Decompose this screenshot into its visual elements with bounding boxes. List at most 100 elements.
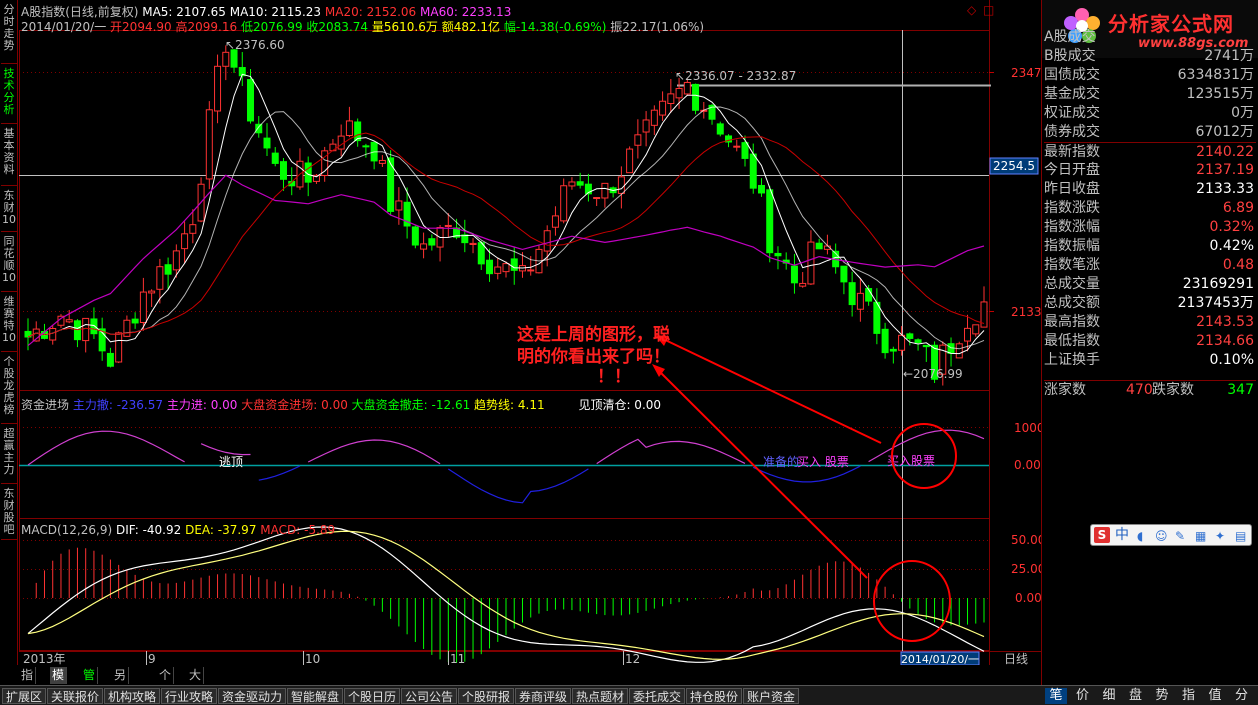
- time-label-t1: 2013年: [23, 652, 66, 665]
- indicator-tab-4[interactable]: 个股: [157, 667, 175, 699]
- menu-item[interactable]: 公司公告: [401, 688, 458, 704]
- stat-label: 总成交量: [1044, 276, 1100, 292]
- indicator-tab-2[interactable]: 管理: [81, 667, 99, 699]
- candle-body: [49, 328, 57, 341]
- candle-body: [255, 123, 263, 134]
- ime-smile-icon[interactable]: ☺: [1155, 529, 1168, 543]
- stat-value: 6.89: [1222, 200, 1254, 216]
- ime-chinese-mode[interactable]: 中: [1115, 527, 1129, 544]
- ime-mic-icon[interactable]: ✎: [1175, 529, 1185, 543]
- indicator-tab-0[interactable]: 指标: [19, 667, 37, 699]
- right-bottom-tab-5[interactable]: 指: [1178, 688, 1200, 704]
- candle-body: [337, 135, 345, 150]
- bar-low: 低2076.99: [240, 20, 303, 34]
- menu-item[interactable]: 机构攻略: [104, 688, 161, 704]
- candle-body: [486, 259, 494, 275]
- candle-body: [692, 83, 700, 111]
- indicator-tab-3[interactable]: 另存为: [112, 667, 130, 705]
- candle-body: [420, 243, 428, 250]
- menu-item[interactable]: 持仓股份: [686, 688, 743, 704]
- indicator-tab-1[interactable]: 模板: [50, 667, 68, 699]
- restore-icon: ◇: [967, 3, 977, 17]
- right-bottom-tab-4[interactable]: 势: [1151, 688, 1173, 704]
- menu-item[interactable]: 账户资金: [743, 688, 800, 704]
- ime-logo-icon[interactable]: S: [1094, 527, 1110, 543]
- fund-axis-0: 0.00: [1014, 458, 1041, 472]
- menu-item[interactable]: 个股研报: [458, 688, 515, 704]
- menu-item[interactable]: 行业攻略: [161, 688, 218, 704]
- fund-trend: 趋势线: 4.11: [474, 398, 545, 412]
- right-bottom-tab-7[interactable]: 分: [1231, 688, 1253, 704]
- bar-volume: 量5610.6万: [371, 20, 438, 34]
- left-tab-7[interactable]: 超赢主力: [1, 426, 17, 484]
- right-bottom-tab-1[interactable]: 价: [1072, 688, 1094, 704]
- candle-body: [922, 344, 930, 348]
- menu-item[interactable]: 扩展区: [2, 688, 47, 704]
- candle-body: [856, 292, 864, 310]
- candle-body: [82, 317, 90, 342]
- stat-row: 昨日收盘 2133.33: [1044, 180, 1256, 199]
- stat-row: 权证成交 0万: [1044, 104, 1256, 123]
- menu-item[interactable]: 委托成交: [629, 688, 686, 704]
- right-bottom-tab-2[interactable]: 细: [1098, 688, 1120, 704]
- candle-body: [321, 150, 329, 177]
- stat-row: 最新指数 2140.22: [1044, 142, 1256, 161]
- candle-body: [469, 242, 477, 245]
- candle-body: [955, 343, 963, 359]
- macd-value: MACD: -5.89: [260, 523, 336, 537]
- left-tab-2[interactable]: 基本资料: [1, 126, 17, 186]
- stat-label: 国债成交: [1044, 67, 1100, 83]
- index-name: A股指数(日线,前复权): [21, 5, 139, 19]
- stat-value: 0万: [1231, 105, 1254, 121]
- up-count-label: 涨家数: [1044, 382, 1086, 398]
- menu-item[interactable]: 智能解盘: [287, 688, 344, 704]
- low-label: ←2076.99: [903, 367, 963, 381]
- chart-area[interactable]: ◇ □ 2254.5 2014/01/20/一 2347 2133 ↖2376.60 ↖233…: [19, 0, 1041, 665]
- ime-tools-icon[interactable]: ▤: [1235, 529, 1246, 543]
- menu-item[interactable]: 关联报价: [47, 688, 104, 704]
- left-tab-8[interactable]: 东财股吧: [1, 486, 17, 540]
- left-tab-1[interactable]: 技术分析: [1, 66, 17, 124]
- stat-row: 基金成交 123515万: [1044, 85, 1256, 104]
- ime-skin-icon[interactable]: ✦: [1215, 529, 1225, 543]
- candle-body: [123, 319, 131, 337]
- ime-keyboard-icon[interactable]: ▦: [1195, 529, 1206, 543]
- ma10-line: [27, 106, 985, 350]
- stat-value: 2143.53: [1196, 314, 1254, 330]
- stat-value: 6334831万: [1177, 67, 1254, 83]
- candle-body: [840, 265, 848, 283]
- right-bottom-tab-6[interactable]: 值: [1204, 688, 1226, 704]
- stat-label: B股成交: [1044, 48, 1096, 64]
- ime-toolbar[interactable]: S 中 ◖ ☺ ✎ ▦ ✦ ▤: [1090, 524, 1252, 546]
- time-label-t2: 9: [148, 652, 156, 665]
- stat-label: 权证成交: [1044, 105, 1100, 121]
- menu-item[interactable]: 热点题材: [572, 688, 629, 704]
- indicator-tab-5[interactable]: 大盘: [187, 667, 205, 699]
- time-label-t5: 12: [625, 652, 640, 665]
- candle-body: [230, 49, 238, 68]
- right-bottom-tab-3[interactable]: 盘: [1125, 688, 1147, 704]
- annotation-line-2: 明的你看出来了吗！: [517, 347, 670, 367]
- menu-item[interactable]: 资金驱动力: [218, 688, 287, 704]
- ime-punct-icon[interactable]: ◖: [1137, 529, 1143, 543]
- right-bottom-tab-0[interactable]: 笔: [1045, 688, 1067, 704]
- left-tab-0[interactable]: 分时走势: [1, 2, 17, 64]
- stat-row: 债券成交 67012万: [1044, 123, 1256, 142]
- macd-axis-0: 0.00: [1015, 591, 1041, 605]
- fund-big-in: 大盘资金进场: 0.00: [241, 398, 348, 412]
- candle-body: [733, 145, 741, 148]
- left-tab-5[interactable]: 维赛特10: [1, 294, 17, 352]
- left-tab-4[interactable]: 同花顺10: [1, 234, 17, 292]
- candle-body: [650, 109, 658, 126]
- stat-value: 2134.66: [1196, 333, 1254, 349]
- left-tab-3[interactable]: 东财10: [1, 188, 17, 232]
- up-count: 470: [1126, 382, 1153, 398]
- stat-label: 总成交额: [1044, 295, 1100, 311]
- menu-item[interactable]: 券商评级: [515, 688, 572, 704]
- bar-open: 开2094.90: [110, 20, 172, 34]
- menu-item[interactable]: 个股日历: [344, 688, 401, 704]
- bar-close: 收2083.74: [306, 20, 369, 34]
- left-tab-6[interactable]: 个股龙虎榜: [1, 354, 17, 424]
- fund-axis-1000: 1000: [1014, 421, 1041, 435]
- candle-body: [914, 339, 922, 343]
